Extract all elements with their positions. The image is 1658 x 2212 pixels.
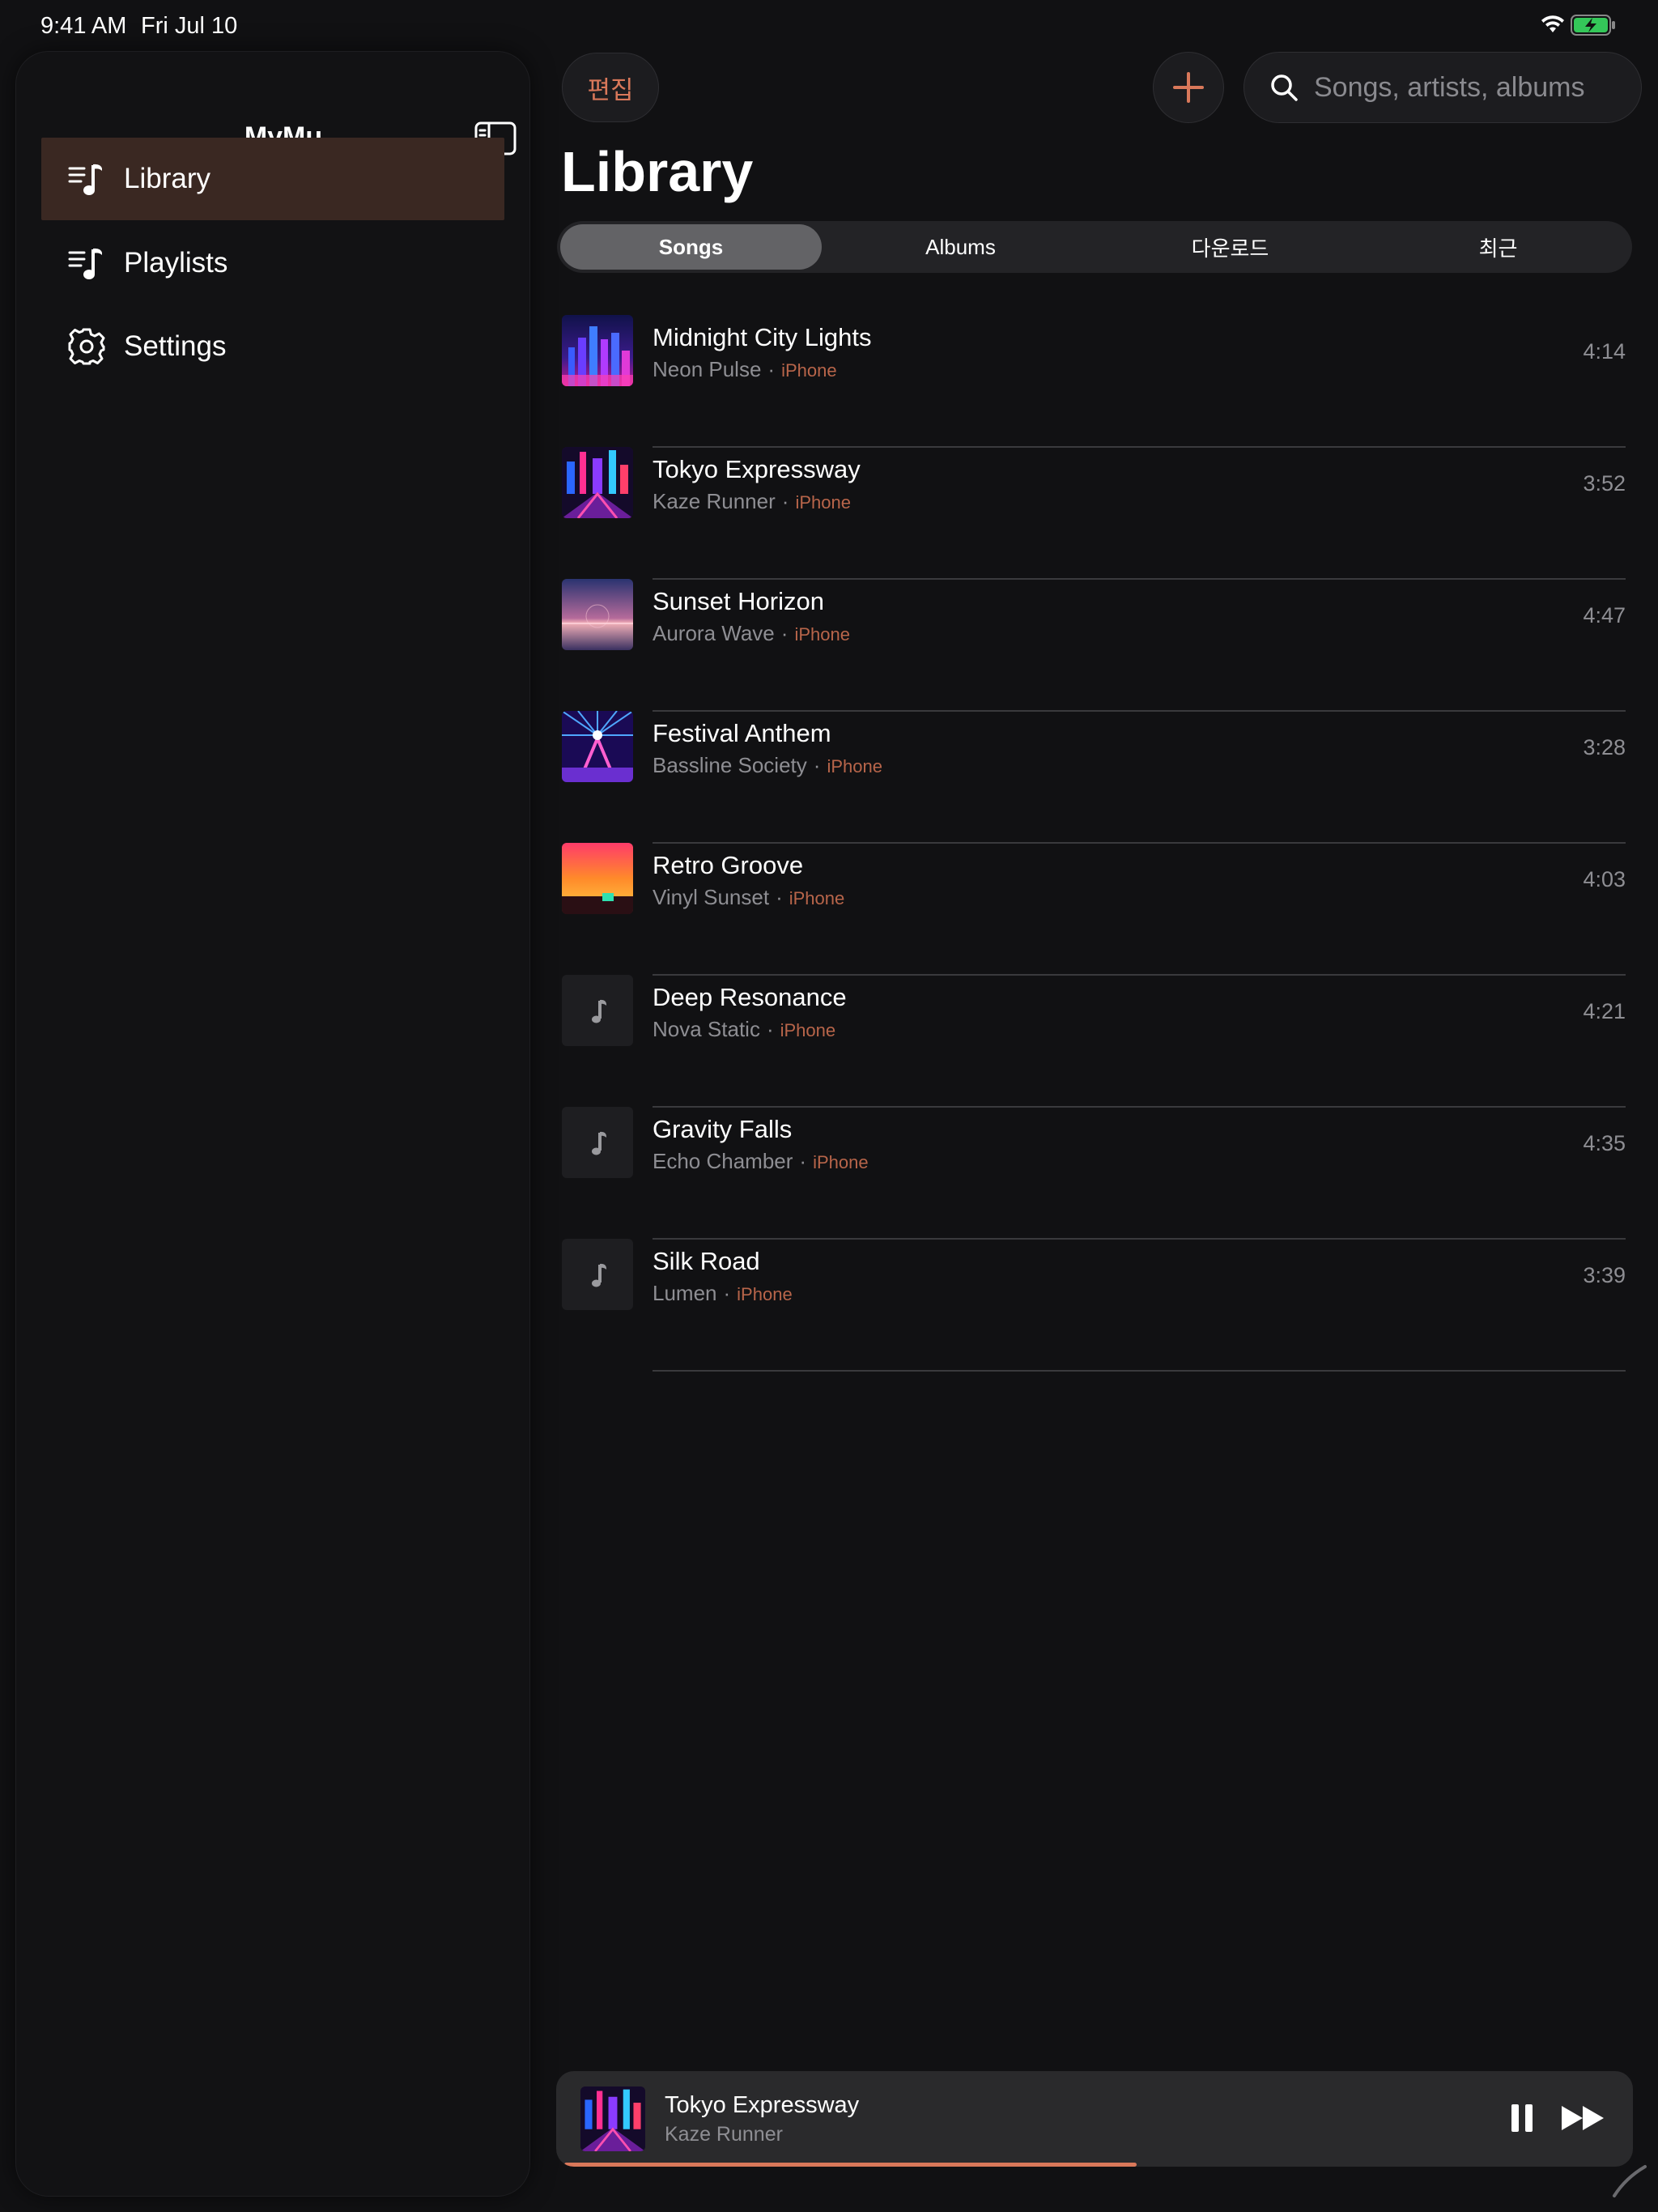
song-subtitle: Kaze Runner · iPhone — [653, 489, 851, 513]
song-source: iPhone — [794, 624, 850, 644]
song-artist: Kaze Runner — [653, 489, 776, 513]
song-source: iPhone — [827, 756, 882, 776]
song-duration: 4:03 — [1583, 867, 1626, 891]
add-button[interactable] — [1153, 52, 1224, 123]
song-title: Retro Groove — [653, 851, 804, 879]
pause-icon[interactable] — [1510, 2103, 1534, 2133]
song-source: iPhone — [737, 1284, 793, 1304]
sidebar-item-label: Playlists — [124, 247, 228, 279]
playback-progress — [564, 2163, 1625, 2167]
song-subtitle: Neon Pulse · iPhone — [653, 357, 837, 381]
song-subtitle: Echo Chamber · iPhone — [653, 1149, 869, 1173]
song-subtitle: Nova Static · iPhone — [653, 1017, 836, 1041]
song-subtitle: Bassline Society · iPhone — [653, 753, 882, 777]
song-artist: Bassline Society — [653, 753, 807, 777]
mini-player[interactable]: Tokyo Expressway Kaze Runner — [556, 2071, 1633, 2167]
wifi-icon — [1541, 15, 1564, 32]
song-title: Gravity Falls — [653, 1115, 793, 1143]
now-playing-art — [580, 2087, 645, 2151]
album-art-placeholder — [562, 975, 633, 1046]
sidebar-item-settings[interactable]: Settings — [41, 305, 504, 388]
song-title: Sunset Horizon — [653, 587, 824, 615]
song-source: iPhone — [789, 888, 845, 908]
song-artist: Aurora Wave — [653, 621, 775, 645]
resize-handle[interactable] — [1611, 2162, 1648, 2199]
song-subtitle: Lumen · iPhone — [653, 1281, 793, 1305]
song-title: Festival Anthem — [653, 719, 831, 747]
album-art — [562, 843, 633, 914]
song-source: iPhone — [813, 1152, 869, 1172]
status-date: Fri Jul 10 — [141, 13, 238, 39]
music-note-icon — [592, 999, 606, 1023]
song-artist: Lumen — [653, 1281, 717, 1305]
song-duration: 4:35 — [1583, 1131, 1626, 1155]
album-art — [562, 315, 633, 386]
song-duration: 4:14 — [1583, 339, 1626, 364]
now-playing-title: Tokyo Expressway — [665, 2092, 860, 2118]
tab-downloads[interactable]: 다운로드 — [1099, 224, 1361, 270]
gear-icon — [67, 327, 106, 366]
now-playing-artist: Kaze Runner — [665, 2123, 783, 2146]
search-field[interactable] — [1244, 52, 1642, 123]
playback-progress-fill — [564, 2163, 1137, 2167]
album-art — [562, 579, 633, 650]
list-item[interactable]: Retro Groove Vinyl Sunset · iPhone 4:03 — [562, 843, 1626, 976]
song-artist: Neon Pulse — [653, 357, 762, 381]
music-note-icon — [592, 1263, 606, 1287]
song-title: Deep Resonance — [653, 983, 847, 1011]
tab-songs[interactable]: Songs — [560, 224, 822, 270]
song-duration: 3:52 — [1583, 471, 1626, 496]
fast-forward-icon[interactable] — [1560, 2104, 1607, 2133]
song-source: iPhone — [781, 360, 837, 381]
list-item[interactable]: Silk Road Lumen · iPhone 3:39 — [562, 1239, 1626, 1372]
search-input[interactable] — [1312, 70, 1639, 104]
song-duration: 3:39 — [1583, 1263, 1626, 1287]
music-list-icon — [67, 244, 106, 283]
song-title: Silk Road — [653, 1247, 760, 1275]
music-note-icon — [592, 1131, 606, 1155]
song-artist: Vinyl Sunset — [653, 885, 770, 909]
divider — [653, 1370, 1626, 1372]
status-time: 9:41 AM — [40, 13, 127, 39]
song-artist: Echo Chamber — [653, 1149, 793, 1173]
battery-charging-icon — [1571, 15, 1615, 36]
segmented-control: Songs Albums 다운로드 최근 — [557, 221, 1632, 273]
song-title: Midnight City Lights — [653, 323, 872, 351]
tab-recent[interactable]: 최근 — [1367, 224, 1629, 270]
sidebar-item-label: Library — [124, 163, 210, 194]
sidebar-item-playlists[interactable]: Playlists — [41, 222, 504, 304]
sidebar-item-library[interactable]: Library — [41, 138, 504, 220]
list-item[interactable]: Midnight City Lights Neon Pulse · iPhone 4… — [562, 315, 1626, 448]
song-duration: 4:47 — [1583, 603, 1626, 627]
music-list-icon — [67, 160, 106, 198]
song-duration: 4:21 — [1583, 999, 1626, 1023]
list-item[interactable]: Tokyo Expressway Kaze Runner · iPhone 3:52 — [562, 447, 1626, 580]
song-source: iPhone — [780, 1020, 836, 1040]
page-title: Library — [561, 140, 754, 203]
list-item[interactable]: Deep Resonance Nova Static · iPhone 4:21 — [562, 975, 1626, 1108]
list-item[interactable]: Festival Anthem Bassline Society · iPhone … — [562, 711, 1626, 844]
list-item[interactable]: Sunset Horizon Aurora Wave · iPhone 4:47 — [562, 579, 1626, 712]
song-artist: Nova Static — [653, 1017, 760, 1041]
plus-icon — [1173, 72, 1204, 103]
song-source: iPhone — [795, 492, 851, 513]
album-art-placeholder — [562, 1107, 633, 1178]
song-duration: 3:28 — [1583, 735, 1626, 759]
song-subtitle: Aurora Wave · iPhone — [653, 621, 850, 645]
album-art — [562, 711, 633, 782]
album-art-placeholder — [562, 1239, 633, 1310]
edit-button[interactable]: 편집 — [562, 53, 659, 122]
sidebar-item-label: Settings — [124, 330, 227, 362]
search-icon — [1271, 74, 1298, 101]
list-item[interactable]: Gravity Falls Echo Chamber · iPhone 4:35 — [562, 1107, 1626, 1240]
status-bar: 9:41 AM Fri Jul 10 — [0, 0, 1658, 50]
song-title: Tokyo Expressway — [653, 455, 861, 483]
album-art — [562, 447, 633, 518]
song-subtitle: Vinyl Sunset · iPhone — [653, 885, 845, 909]
tab-albums[interactable]: Albums — [830, 224, 1091, 270]
